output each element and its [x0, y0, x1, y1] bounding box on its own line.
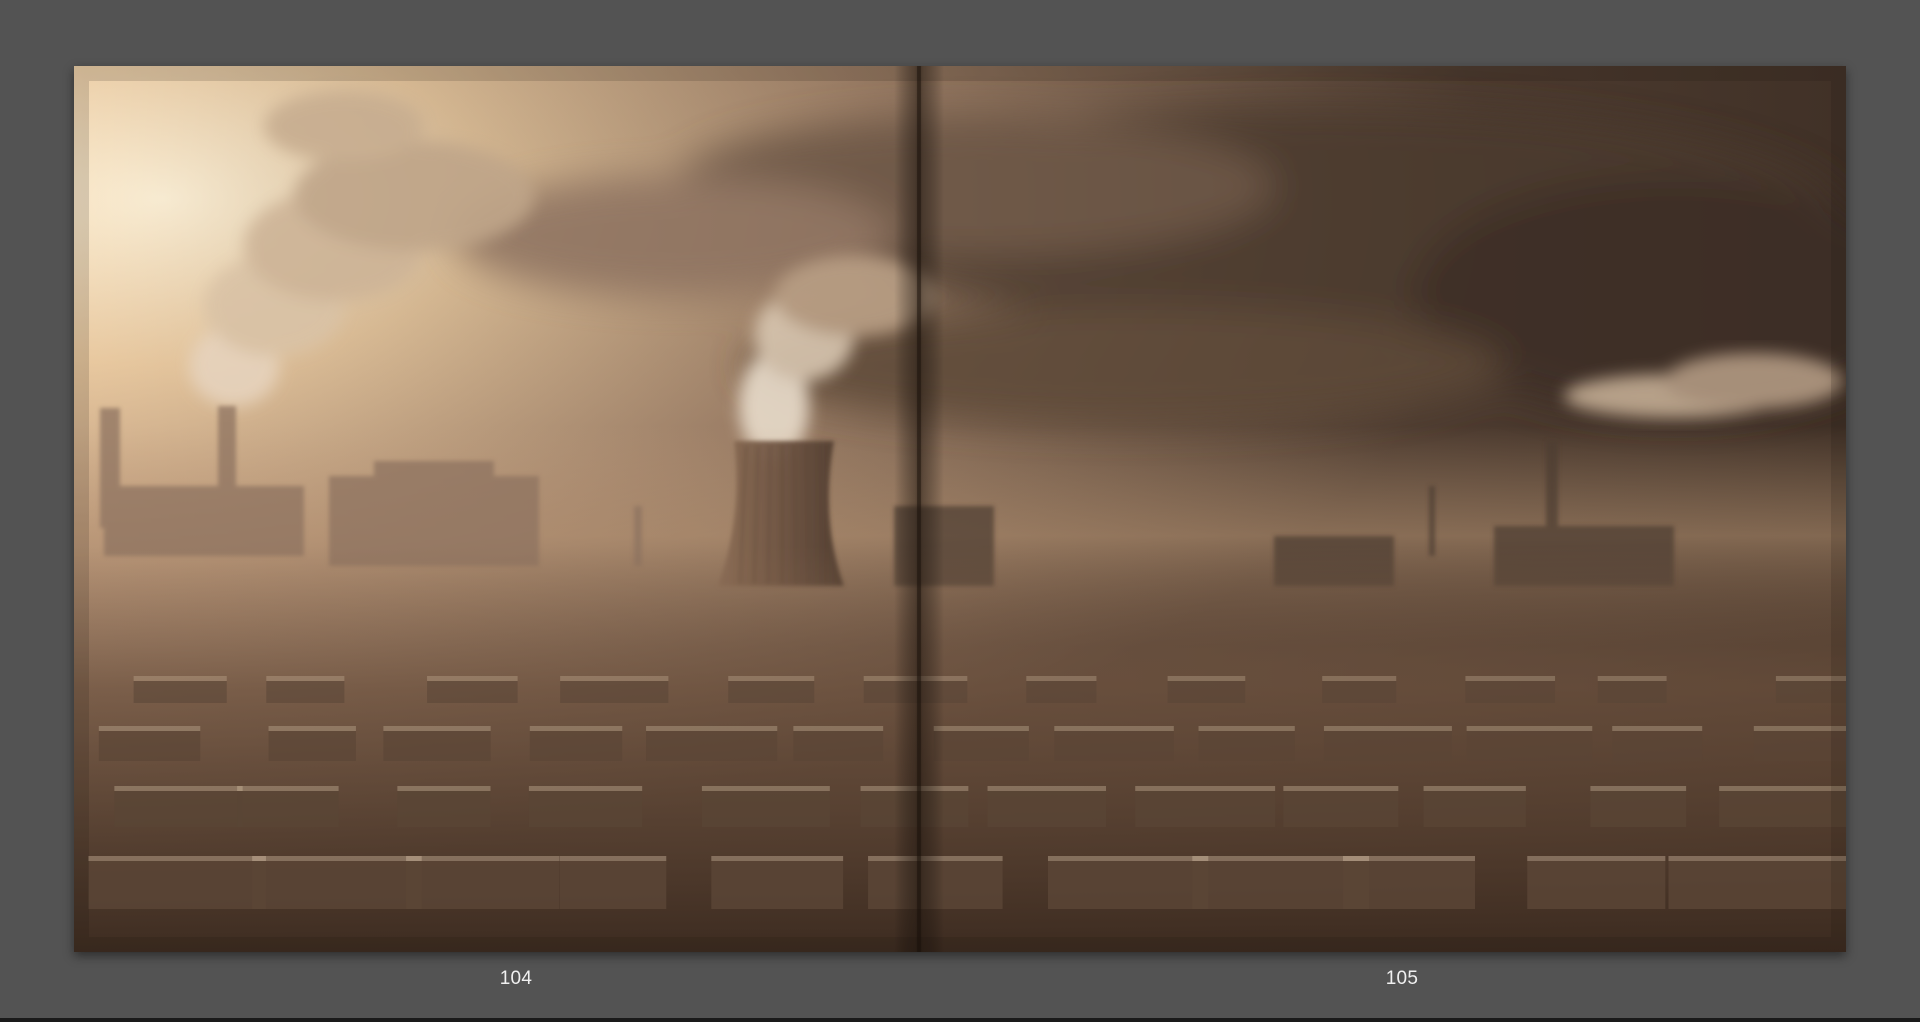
block-roof — [268, 726, 356, 731]
right-page-number: 105 — [1385, 968, 1419, 989]
block-roof — [933, 726, 1029, 731]
block-facade — [529, 731, 623, 761]
block-facade — [397, 791, 491, 827]
block-roof — [1192, 856, 1370, 861]
block-facade — [933, 731, 1029, 761]
block-roof — [397, 786, 491, 791]
block-roof — [528, 786, 643, 791]
block-facade — [98, 731, 201, 761]
block-facade — [1047, 861, 1209, 909]
block-facade — [1612, 731, 1703, 761]
block-facade — [1466, 731, 1593, 761]
block-roof — [728, 676, 815, 681]
block-roof — [560, 676, 669, 681]
block-roof — [133, 676, 227, 681]
block-roof — [98, 726, 201, 731]
block-roof — [1466, 726, 1593, 731]
block-facade — [1668, 861, 1846, 909]
block-facade — [1597, 681, 1667, 703]
block-facade — [711, 861, 844, 909]
block-roof — [1612, 726, 1703, 731]
block-facade — [1323, 731, 1452, 761]
block-roof — [114, 786, 243, 791]
block-roof — [237, 786, 339, 791]
block-roof — [1047, 856, 1209, 861]
block-facade — [383, 731, 491, 761]
block-roof — [1668, 856, 1846, 861]
block-facade — [88, 861, 266, 909]
block-facade — [728, 681, 815, 703]
book-spread-viewer: 104 105 — [0, 0, 1920, 1018]
block-roof — [1135, 786, 1276, 791]
block-facade — [1283, 791, 1399, 827]
block-roof — [1590, 786, 1687, 791]
block-facade — [268, 731, 356, 761]
block-roof — [383, 726, 491, 731]
block-facade — [427, 681, 518, 703]
block-roof — [646, 726, 778, 731]
block-facade — [1527, 861, 1666, 909]
block-facade — [646, 731, 778, 761]
block-roof — [1054, 726, 1174, 731]
left-page-number: 104 — [499, 968, 533, 989]
block-facade — [406, 861, 560, 909]
block-facade — [266, 681, 345, 703]
block-roof — [1167, 676, 1246, 681]
block-roof — [711, 856, 844, 861]
block-roof — [88, 856, 266, 861]
block-roof — [793, 726, 884, 731]
block-roof — [1283, 786, 1399, 791]
block-facade — [987, 791, 1107, 827]
block-facade — [701, 791, 830, 827]
block-facade — [1719, 791, 1846, 827]
block-facade — [1423, 791, 1526, 827]
block-facade — [1026, 681, 1097, 703]
book-spread[interactable] — [74, 66, 1846, 952]
block-roof — [1423, 786, 1526, 791]
block-roof — [1343, 856, 1475, 861]
block-facade — [1135, 791, 1276, 827]
block-roof — [427, 676, 518, 681]
block-roof — [701, 786, 830, 791]
block-facade — [1322, 681, 1397, 703]
block-roof — [1026, 676, 1097, 681]
block-facade — [252, 861, 422, 909]
block-roof — [1322, 676, 1397, 681]
block-roof — [559, 856, 667, 861]
block-roof — [1527, 856, 1666, 861]
block-facade — [237, 791, 339, 827]
block-facade — [528, 791, 643, 827]
block-facade — [1192, 861, 1370, 909]
block-facade — [1465, 681, 1556, 703]
block-facade — [133, 681, 227, 703]
block-roof — [266, 676, 345, 681]
block-roof — [1465, 676, 1556, 681]
block-roof — [529, 726, 623, 731]
block-facade — [559, 861, 667, 909]
block-facade — [1054, 731, 1174, 761]
block-roof — [987, 786, 1107, 791]
block-roof — [1719, 786, 1846, 791]
block-facade — [793, 731, 884, 761]
block-roof — [252, 856, 422, 861]
viewer-bottom-edge — [0, 1018, 1920, 1022]
block-roof — [1198, 726, 1295, 731]
block-roof — [406, 856, 560, 861]
block-facade — [1198, 731, 1295, 761]
block-facade — [1590, 791, 1687, 827]
block-roof — [1323, 726, 1452, 731]
spread-photo — [74, 66, 1846, 952]
block-facade — [560, 681, 669, 703]
block-facade — [1343, 861, 1475, 909]
block-roof — [1597, 676, 1667, 681]
block-facade — [114, 791, 243, 827]
block-facade — [1167, 681, 1246, 703]
